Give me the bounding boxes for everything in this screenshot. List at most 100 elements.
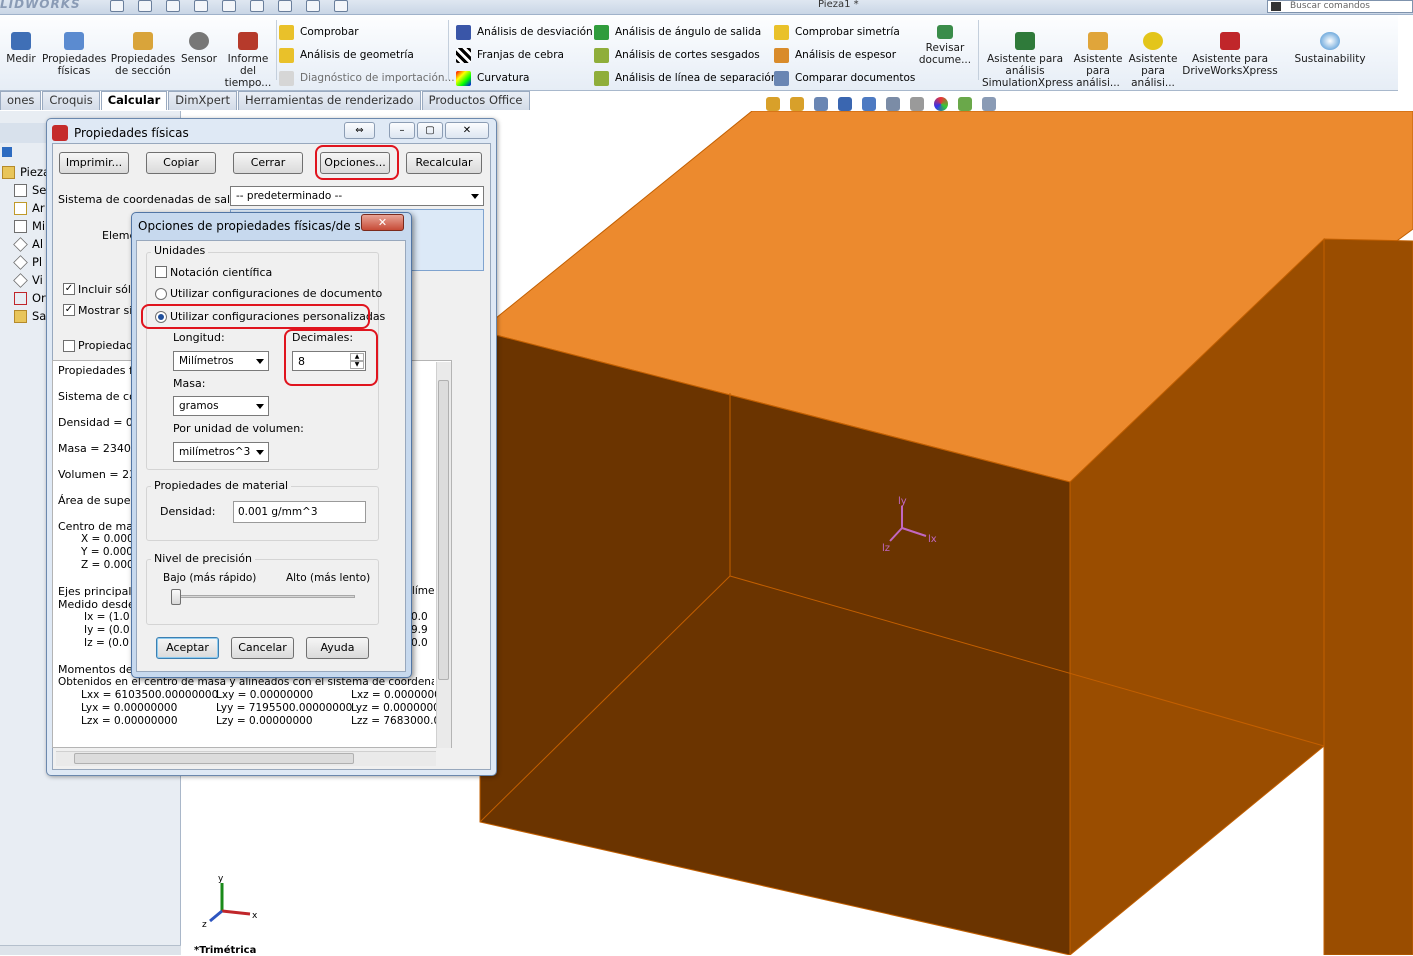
- zebra-stripes-button[interactable]: Franjas de cebra: [456, 47, 564, 63]
- expand-icon[interactable]: ⇔: [344, 122, 375, 139]
- tab-evaluate[interactable]: Calcular: [100, 91, 168, 110]
- output-coord-label: Sistema de coordenadas de salida:: [58, 193, 251, 206]
- document-settings-radio[interactable]: [155, 288, 167, 300]
- tree-item-plane-3[interactable]: Vi: [13, 272, 43, 288]
- undo-icon[interactable]: [222, 0, 236, 12]
- tab-sketch[interactable]: Croquis: [42, 91, 100, 110]
- tree-item-annotations[interactable]: Ar: [14, 201, 45, 215]
- document-settings-label: Utilizar configuraciones de documento: [170, 287, 383, 300]
- cancel-button[interactable]: Cancelar: [231, 637, 294, 659]
- driveworksxpress-button[interactable]: Asistente para DriveWorksXpress: [1182, 32, 1278, 77]
- part-icon: [2, 165, 15, 179]
- geometry-analysis-button[interactable]: Análisis de geometría: [279, 47, 414, 63]
- volume-unit-select[interactable]: milímetros^3: [173, 442, 269, 462]
- previous-view-icon[interactable]: [814, 97, 828, 111]
- scroll-thumb[interactable]: [438, 380, 449, 680]
- tree-item-plane-2[interactable]: Pl: [13, 254, 42, 270]
- sustainability-button[interactable]: Sustainability: [1292, 32, 1368, 65]
- accept-button[interactable]: Aceptar: [156, 637, 219, 659]
- tab-office-products[interactable]: Productos Office: [421, 91, 530, 110]
- parting-line-analysis-button[interactable]: Análisis de línea de separación: [594, 70, 778, 86]
- scale-icon: [64, 32, 84, 50]
- scientific-notation-checkbox[interactable]: [155, 266, 167, 278]
- new-icon[interactable]: [110, 0, 124, 12]
- deviation-icon: [456, 24, 471, 40]
- thickness-analysis-button[interactable]: Análisis de espesor: [774, 47, 896, 63]
- file-props-icon[interactable]: [306, 0, 320, 12]
- zoom-to-fit-icon[interactable]: [766, 97, 780, 111]
- save-icon[interactable]: [166, 0, 180, 12]
- panel-scrollbar[interactable]: [0, 945, 181, 955]
- include-solids-checkbox[interactable]: ✓: [63, 283, 75, 295]
- display-style-icon[interactable]: [886, 97, 900, 111]
- section-view-icon[interactable]: [838, 97, 852, 111]
- maximize-button[interactable]: ▢: [417, 122, 443, 139]
- hide-show-icon[interactable]: [910, 97, 924, 111]
- precision-slider-track[interactable]: [175, 595, 355, 598]
- recalculate-button[interactable]: Recalcular: [406, 152, 482, 174]
- density-label: Densidad:: [160, 505, 216, 518]
- tree-item-extrude[interactable]: Sa: [14, 309, 46, 323]
- thickness-icon: [774, 47, 789, 63]
- open-icon[interactable]: [138, 0, 152, 12]
- copy-button[interactable]: Copiar: [146, 152, 216, 174]
- close-window-button[interactable]: ✕: [445, 122, 489, 139]
- symmetry-check-button[interactable]: Comprobar simetría: [774, 24, 900, 40]
- tab-render-tools[interactable]: Herramientas de renderizado: [238, 91, 421, 110]
- deviation-analysis-button[interactable]: Análisis de desviación: [456, 24, 593, 40]
- scroll-thumb[interactable]: [74, 753, 354, 764]
- appearance-icon[interactable]: [934, 97, 948, 111]
- print-button[interactable]: Imprimir...: [59, 152, 129, 174]
- check-button[interactable]: Comprobar: [279, 24, 359, 40]
- print-icon[interactable]: [194, 0, 208, 12]
- tab-dimxpert[interactable]: DimXpert: [168, 91, 238, 110]
- import-diagnostics-button[interactable]: Diagnóstico de importación...: [279, 70, 455, 86]
- tree-item-plane-1[interactable]: Al: [13, 236, 43, 252]
- mass-properties-button[interactable]: Propiedades físicas: [42, 32, 106, 77]
- tree-item-material[interactable]: Mi: [14, 219, 45, 233]
- driveworks-icon: [1220, 32, 1240, 50]
- view-settings-icon[interactable]: [982, 97, 996, 111]
- scene-icon[interactable]: [958, 97, 972, 111]
- tab-features[interactable]: ones: [0, 91, 42, 110]
- minimize-button[interactable]: –: [389, 122, 415, 139]
- close-button[interactable]: Cerrar: [233, 152, 303, 174]
- statistics-report-button[interactable]: Informe del tiempo...: [222, 32, 274, 89]
- length-unit-select[interactable]: Milímetros: [173, 351, 269, 371]
- density-input[interactable]: 0.001 g/mm^3: [233, 501, 366, 523]
- custom-settings-highlight: [141, 304, 370, 329]
- report-line: 0.0: [411, 611, 428, 623]
- draft-analysis-button[interactable]: Análisis de ángulo de salida: [594, 24, 761, 40]
- output-coord-select[interactable]: -- predeterminado --: [230, 186, 484, 206]
- review-documents-button[interactable]: Revisar docume...: [916, 25, 974, 66]
- view-orientation-icon[interactable]: [862, 97, 876, 111]
- undercut-analysis-button[interactable]: Análisis de cortes sesgados: [594, 47, 760, 63]
- section-properties-button[interactable]: Propiedades de sección: [110, 32, 176, 77]
- assigned-props-checkbox[interactable]: [63, 340, 75, 352]
- filter-icon[interactable]: [2, 147, 12, 157]
- precision-slider-thumb[interactable]: [171, 589, 181, 605]
- report-line: Lzy = 0.00000000: [216, 715, 313, 727]
- tree-item-sensors[interactable]: Se: [14, 183, 46, 197]
- scientific-notation-label: Notación científica: [170, 266, 273, 279]
- select-icon[interactable]: [250, 0, 264, 12]
- curvature-button[interactable]: Curvatura: [456, 70, 529, 86]
- measure-button[interactable]: Medir: [6, 32, 36, 65]
- sensor-button[interactable]: Sensor: [180, 32, 218, 65]
- tree-item-origin[interactable]: Or: [14, 291, 46, 305]
- floxpress-button[interactable]: Asistente para análisi...: [1072, 32, 1124, 89]
- show-coord-checkbox[interactable]: ✓: [63, 304, 75, 316]
- rebuild-icon[interactable]: [278, 0, 292, 12]
- dfmxpress-button[interactable]: Asistente para análisi...: [1128, 32, 1178, 89]
- dialog-close-button[interactable]: ✕: [361, 214, 404, 231]
- compare-documents-button[interactable]: Comparar documentos: [774, 70, 915, 86]
- simulationxpress-button[interactable]: Asistente para análisis SimulationXpress: [982, 32, 1073, 89]
- mass-unit-select[interactable]: gramos: [173, 396, 269, 416]
- precision-group-title: Nivel de precisión: [151, 552, 255, 565]
- search-input[interactable]: Buscar comandos: [1267, 0, 1413, 13]
- help-button[interactable]: Ayuda: [306, 637, 369, 659]
- options-icon[interactable]: [334, 0, 348, 12]
- check-icon: [279, 24, 294, 40]
- report-line: Lzz = 7683000.0: [351, 715, 441, 727]
- zoom-area-icon[interactable]: [790, 97, 804, 111]
